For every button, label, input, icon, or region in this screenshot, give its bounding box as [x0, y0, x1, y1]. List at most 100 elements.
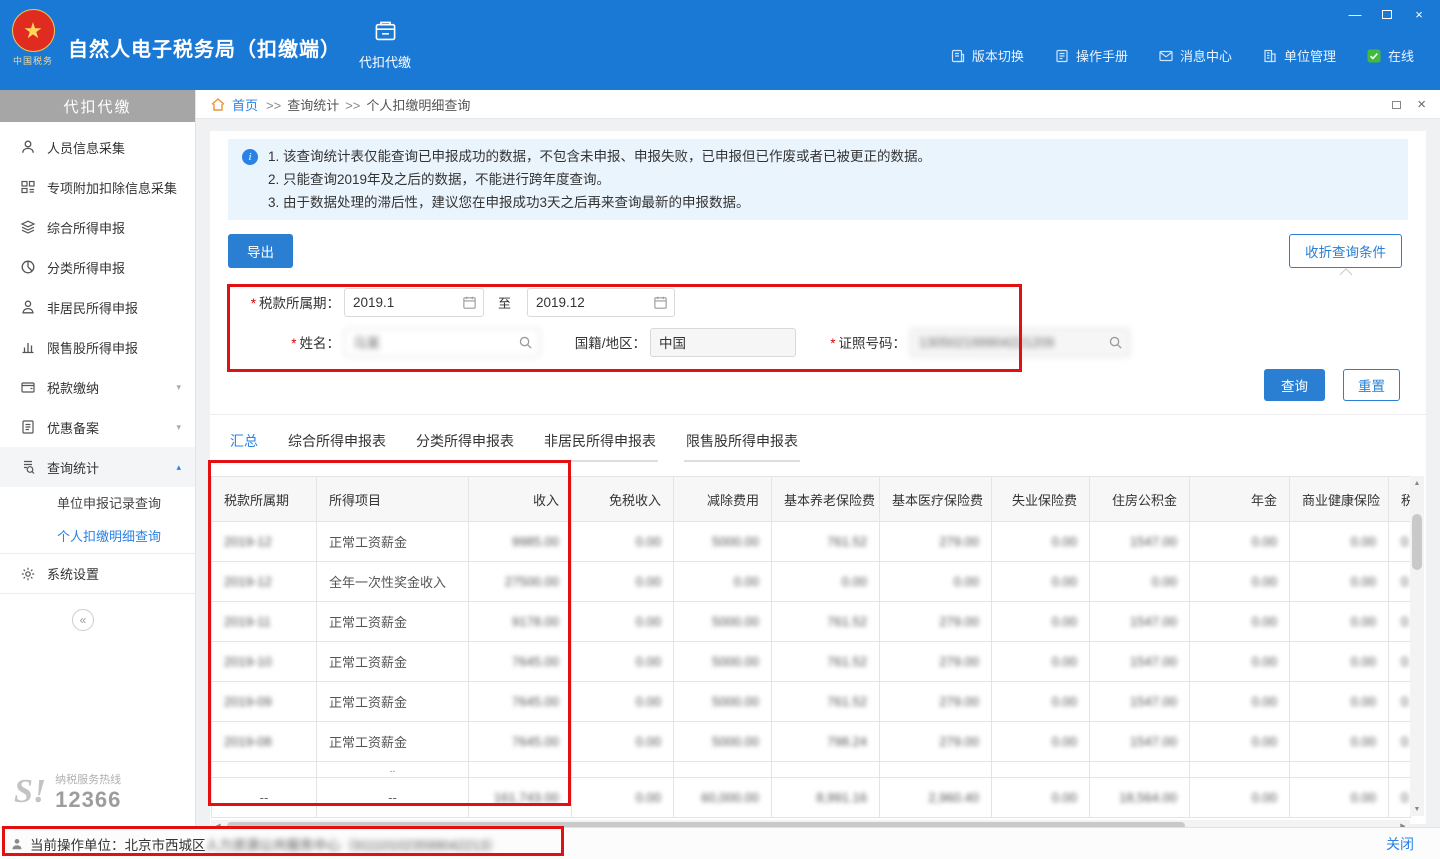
- sidebar-subitem[interactable]: 个人扣缴明细查询: [0, 520, 195, 553]
- current-unit-blurred: 人力资源公共服务中心（911101023599042213）: [206, 834, 501, 854]
- header-action-manual[interactable]: 操作手册: [1054, 46, 1128, 65]
- form-row-period: *税款所属期： 至: [228, 287, 1426, 317]
- window-restore-icon[interactable]: [1380, 7, 1394, 23]
- id-number-input[interactable]: [910, 328, 1130, 357]
- header-action-org-manage[interactable]: 单位管理: [1262, 46, 1336, 65]
- grid-icon: [20, 179, 36, 195]
- panel-close-icon[interactable]: ×: [1417, 97, 1426, 112]
- breadcrumb: 首页 >>查询统计>>个人扣缴明细查询 ×: [196, 90, 1440, 119]
- sidebar-item[interactable]: 优惠备案▾: [0, 407, 195, 447]
- result-table: 税款所属期所得项目收入免税收入减除费用基本养老保险费基本医疗保险费失业保险费住房…: [211, 476, 1411, 818]
- window-minimize-icon[interactable]: —: [1348, 7, 1362, 23]
- cell-total-value: 60,000.00: [674, 778, 772, 818]
- calendar-icon[interactable]: [653, 295, 668, 310]
- table-total-row: ----161,743.000.0060,000.008,991.162,960…: [212, 778, 1411, 818]
- content-panel: i 1. 该查询统计表仅能查询已申报成功的数据，不包含未申报、申报失败，已申报但…: [210, 131, 1426, 824]
- main-area: 首页 >>查询统计>>个人扣缴明细查询 × i 1. 该查询统计表仅能查询已申报…: [196, 90, 1440, 827]
- cell-value: 0.00: [880, 562, 992, 602]
- cell-total-value: 161,743.00: [469, 778, 572, 818]
- app-title: 自然人电子税务局（扣缴端）: [68, 33, 341, 62]
- cell-value: 0.00: [1190, 562, 1290, 602]
- cell-ellipsis: [572, 762, 674, 778]
- sidebar-item[interactable]: 非居民所得申报: [0, 287, 195, 327]
- cell-ellipsis: [1290, 762, 1389, 778]
- export-button[interactable]: 导出: [228, 234, 293, 268]
- vertical-scrollbar[interactable]: ▲ ▼: [1410, 476, 1424, 816]
- result-tab[interactable]: 分类所得申报表: [414, 431, 516, 462]
- sidebar-subitem[interactable]: 单位申报记录查询: [0, 487, 195, 520]
- table-row[interactable]: 2019-12全年一次性奖金收入27500.000.000.000.000.00…: [212, 562, 1411, 602]
- table-row[interactable]: 2019-10正常工资薪金7645.000.005000.00761.52279…: [212, 642, 1411, 682]
- header-action-online[interactable]: 在线: [1366, 46, 1414, 65]
- chevron-up-icon: ▴: [176, 462, 181, 473]
- cell-value: 0.00: [1389, 722, 1411, 762]
- nationality-input[interactable]: [650, 328, 796, 357]
- window-close-icon[interactable]: ×: [1412, 7, 1426, 23]
- column-header: 基本医疗保险费: [880, 477, 992, 522]
- cell-value: 279.00: [880, 522, 992, 562]
- table-row[interactable]: 2019-08正常工资薪金7645.000.005000.00798.24279…: [212, 722, 1411, 762]
- cell-ellipsis: [772, 762, 880, 778]
- header-action-label: 操作手册: [1076, 46, 1128, 65]
- sidebar-item[interactable]: 人员信息采集: [0, 127, 195, 167]
- cell-period: 2019-08: [212, 722, 317, 762]
- sidebar-submenu: 单位申报记录查询个人扣缴明细查询: [0, 487, 195, 554]
- cell-ellipsis: [1190, 762, 1290, 778]
- vertical-scroll-thumb[interactable]: [1412, 514, 1422, 570]
- scroll-up-icon[interactable]: ▲: [1414, 476, 1421, 490]
- cell-ellipsis: [992, 762, 1090, 778]
- nationality-label: 国籍/地区：: [556, 332, 646, 352]
- reset-button[interactable]: 重置: [1343, 369, 1400, 401]
- status-bar: 当前操作单位：北京市西城区 人力资源公共服务中心（911101023599042…: [0, 827, 1440, 859]
- sidebar-item-label: 限售股所得申报: [47, 338, 138, 357]
- cell-value: 0.00: [1190, 522, 1290, 562]
- sidebar-item[interactable]: 分类所得申报: [0, 247, 195, 287]
- header-action-message-center[interactable]: 消息中心: [1158, 46, 1232, 65]
- result-tab[interactable]: 限售股所得申报表: [684, 431, 800, 462]
- calendar-icon[interactable]: [462, 295, 477, 310]
- collapse-query-button[interactable]: 收折查询条件: [1289, 234, 1402, 268]
- table-row[interactable]: 2019-11正常工资薪金9178.000.005000.00761.52279…: [212, 602, 1411, 642]
- sidebar-item[interactable]: 限售股所得申报: [0, 327, 195, 367]
- current-unit-text: 当前操作单位：北京市西城区: [30, 834, 206, 854]
- toolbar: 导出 收折查询条件: [228, 234, 1402, 268]
- cell-period: 2019-12: [212, 562, 317, 602]
- sidebar-item-label: 综合所得申报: [47, 218, 125, 237]
- sidebar-collapse-button[interactable]: «: [72, 609, 94, 631]
- sidebar-item[interactable]: 专项附加扣除信息采集: [0, 167, 195, 207]
- sidebar-item[interactable]: 综合所得申报: [0, 207, 195, 247]
- cell-value: 0.00: [772, 562, 880, 602]
- sidebar-item[interactable]: 税款缴纳▾: [0, 367, 195, 407]
- building-icon: [1262, 48, 1278, 64]
- name-input[interactable]: [344, 328, 540, 357]
- cell-value: 5000.00: [674, 682, 772, 722]
- search-icon[interactable]: [1108, 335, 1123, 350]
- sidebar-item[interactable]: 系统设置: [0, 554, 195, 594]
- close-link[interactable]: 关闭: [1386, 834, 1414, 854]
- module-tab-withholding[interactable]: 代扣代缴: [345, 19, 425, 71]
- table-row[interactable]: 2019-09正常工资薪金7645.000.005000.00761.52279…: [212, 682, 1411, 722]
- header-action-version-switch[interactable]: 版本切换: [950, 46, 1024, 65]
- cell-value: 0.00: [992, 682, 1090, 722]
- cell-value: 7645.00: [469, 722, 572, 762]
- app-logo: ★ 中国税务: [8, 9, 58, 67]
- cell-value: 0.00: [992, 722, 1090, 762]
- scroll-down-icon[interactable]: ▼: [1414, 802, 1421, 816]
- cell-value: 5000.00: [674, 602, 772, 642]
- search-button[interactable]: 查询: [1264, 369, 1325, 401]
- notice-box: i 1. 该查询统计表仅能查询已申报成功的数据，不包含未申报、申报失败，已申报但…: [228, 139, 1408, 220]
- search-icon[interactable]: [518, 335, 533, 350]
- table-row[interactable]: 2019-12正常工资薪金9985.000.005000.00761.52279…: [212, 522, 1411, 562]
- result-tab[interactable]: 非居民所得申报表: [542, 431, 658, 462]
- result-tab[interactable]: 汇总: [228, 431, 260, 462]
- sidebar-item[interactable]: 查询统计▴: [0, 447, 195, 487]
- cell-value: 279.00: [880, 642, 992, 682]
- breadcrumb-home-link[interactable]: 首页: [232, 95, 258, 114]
- cell-value: 0.00: [1290, 682, 1389, 722]
- period-label: *税款所属期：: [228, 292, 340, 312]
- panel-restore-icon[interactable]: [1392, 97, 1401, 112]
- result-tab[interactable]: 综合所得申报表: [286, 431, 388, 462]
- cell-value: 0.00: [1290, 602, 1389, 642]
- chevron-down-icon: ▾: [176, 422, 181, 433]
- cell-item: 正常工资薪金: [317, 642, 469, 682]
